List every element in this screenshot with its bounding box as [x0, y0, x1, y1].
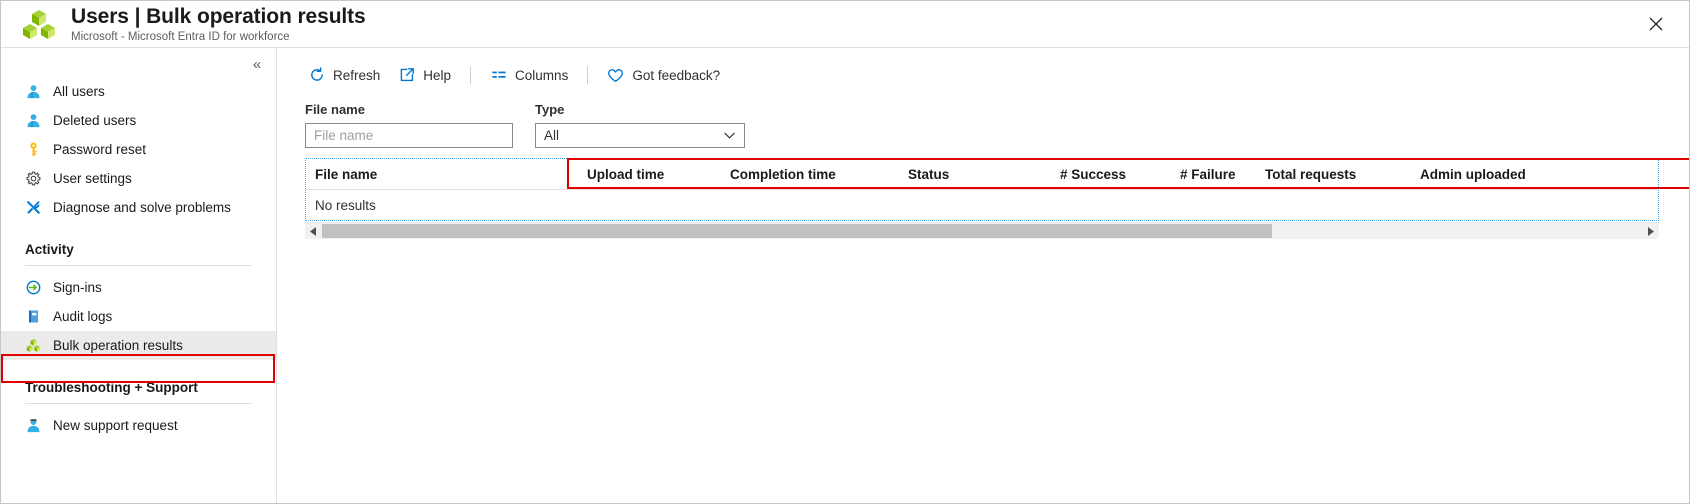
sidebar-item-label: Audit logs [53, 308, 112, 325]
page-header: Users | Bulk operation results Microsoft… [1, 1, 1689, 48]
file-name-filter: File name [305, 101, 513, 148]
person-icon [25, 83, 42, 100]
help-button[interactable]: Help [389, 60, 460, 90]
bulk-results-icon [25, 337, 42, 354]
columns-icon [490, 67, 507, 84]
wrench-icon [25, 199, 42, 216]
horizontal-scrollbar[interactable] [305, 222, 1659, 239]
sidebar-item-label: Diagnose and solve problems [53, 199, 231, 216]
file-name-input[interactable] [305, 123, 513, 148]
divider [470, 66, 471, 84]
results-grid: File name Upload time Completion time St… [305, 158, 1659, 239]
sidebar-item-password-reset[interactable]: Password reset [1, 135, 276, 164]
sidebar-item-label: Deleted users [53, 112, 136, 129]
key-icon [25, 141, 42, 158]
cubes-icon [19, 4, 59, 44]
refresh-button[interactable]: Refresh [299, 60, 389, 90]
close-icon[interactable] [1641, 9, 1671, 39]
support-person-icon [25, 417, 42, 434]
bulk-operation-results-page: Users | Bulk operation results Microsoft… [0, 0, 1690, 504]
page-title: Users | Bulk operation results [71, 5, 366, 29]
grid-header-row: File name Upload time Completion time St… [306, 159, 1658, 190]
gear-icon [25, 170, 42, 187]
sidebar-item-deleted-users[interactable]: Deleted users [1, 106, 276, 135]
column-header-completion-time[interactable]: Completion time [721, 166, 899, 183]
file-name-filter-label: File name [305, 101, 513, 118]
external-link-icon [398, 67, 415, 84]
divider [25, 265, 252, 266]
grid-body: No results [306, 190, 1658, 220]
person-icon [25, 112, 42, 129]
type-filter: Type All [535, 101, 745, 148]
page-subtitle: Microsoft - Microsoft Entra ID for workf… [71, 30, 366, 45]
sidebar-item-all-users[interactable]: All users [1, 77, 276, 106]
divider [587, 66, 588, 84]
scroll-right-icon[interactable] [1642, 223, 1659, 239]
column-header-upload-time[interactable]: Upload time [578, 166, 721, 183]
column-header-file-name[interactable]: File name [306, 166, 578, 183]
columns-button[interactable]: Columns [481, 60, 577, 90]
divider [25, 403, 252, 404]
columns-label: Columns [515, 67, 568, 84]
sidebar: « All users [1, 48, 277, 503]
scrollbar-thumb[interactable] [322, 224, 1272, 238]
collapse-sidebar-icon[interactable]: « [246, 53, 268, 75]
type-select-wrapper: All [535, 123, 745, 148]
sign-in-icon [25, 279, 42, 296]
scrollbar-track[interactable] [322, 223, 1642, 239]
refresh-icon [308, 67, 325, 84]
book-icon [25, 308, 42, 325]
column-header-status[interactable]: Status [899, 166, 1051, 183]
command-bar: Refresh Help [277, 56, 1689, 94]
column-header-total-requests[interactable]: Total requests [1256, 166, 1411, 183]
type-filter-label: Type [535, 101, 745, 118]
empty-state-message: No results [306, 197, 376, 214]
sidebar-item-user-settings[interactable]: User settings [1, 164, 276, 193]
sidebar-item-diagnose-and-solve-problems[interactable]: Diagnose and solve problems [1, 193, 276, 222]
sidebar-primary-list: All users Deleted users [1, 48, 276, 222]
spacer [513, 101, 535, 148]
type-select-value: All [544, 127, 723, 144]
sidebar-item-sign-ins[interactable]: Sign-ins [1, 273, 276, 302]
refresh-label: Refresh [333, 67, 380, 84]
sidebar-group-title: Troubleshooting + Support [25, 379, 252, 403]
sidebar-item-audit-logs[interactable]: Audit logs [1, 302, 276, 331]
sidebar-item-bulk-operation-results[interactable]: Bulk operation results [1, 331, 276, 360]
sidebar-item-label: Password reset [53, 141, 146, 158]
type-select[interactable]: All [535, 123, 745, 148]
sidebar-item-label: All users [53, 83, 105, 100]
column-header-failure-count[interactable]: # Failure [1171, 166, 1256, 183]
sidebar-item-new-support-request[interactable]: New support request [1, 411, 276, 440]
sidebar-item-label: Bulk operation results [53, 337, 183, 354]
got-feedback-label: Got feedback? [632, 67, 720, 84]
got-feedback-button[interactable]: Got feedback? [598, 60, 729, 90]
column-header-success-count[interactable]: # Success [1051, 166, 1171, 183]
sidebar-group-activity-header: Activity [1, 241, 276, 266]
heart-icon [607, 67, 624, 84]
sidebar-item-label: User settings [53, 170, 132, 187]
sidebar-group-title: Activity [25, 241, 252, 265]
help-label: Help [423, 67, 451, 84]
sidebar-group-troubleshooting-header: Troubleshooting + Support [1, 379, 276, 404]
sidebar-item-label: Sign-ins [53, 279, 102, 296]
sidebar-item-label: New support request [53, 417, 178, 434]
column-header-admin-uploaded[interactable]: Admin uploaded [1411, 166, 1571, 183]
page-body: « All users [1, 48, 1689, 503]
chevron-down-icon [723, 129, 736, 142]
scroll-left-icon[interactable] [305, 223, 322, 239]
content-pane: Refresh Help [277, 48, 1689, 503]
grid-focus-region: File name Upload time Completion time St… [305, 158, 1659, 221]
filter-row: File name Type All [277, 101, 1689, 148]
header-text-block: Users | Bulk operation results Microsoft… [71, 5, 366, 45]
